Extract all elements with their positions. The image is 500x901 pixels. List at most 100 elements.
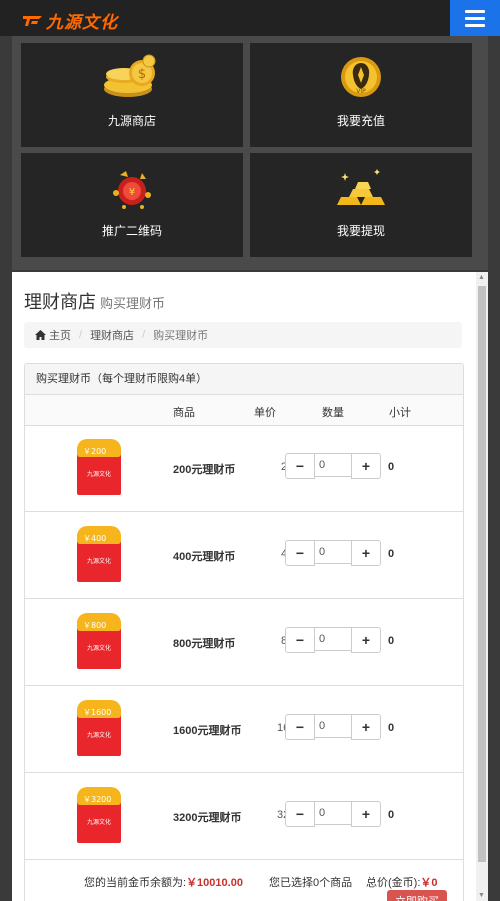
scrollbar[interactable]: ▲ ▼ (476, 272, 488, 901)
balance: 您的当前金币余额为:￥10010.00 (84, 874, 243, 890)
minus-icon[interactable]: − (285, 627, 315, 653)
tile-label: 九源商店 (107, 114, 156, 128)
envelope-brand: 九源文化 (86, 472, 111, 478)
envelope-amount: ￥200 (83, 447, 107, 456)
envelope-brand: 九源文化 (86, 559, 111, 565)
minus-icon[interactable]: − (285, 801, 315, 827)
total-value: ￥0 (420, 877, 438, 889)
product-name: 1600元理财币 (173, 725, 242, 737)
quantity-input[interactable] (315, 540, 351, 564)
tile-promo-qr[interactable]: ¥ 推广二维码 (21, 153, 243, 257)
product-subtotal: 0 (388, 809, 395, 821)
table-header: 商品 单价 数量 小计 (25, 395, 463, 426)
plus-icon[interactable]: + (351, 540, 381, 566)
table-row: ￥1600九源文化1600元理财币1600−+0 (25, 686, 463, 773)
total: 总价(金币):￥0 (366, 874, 438, 890)
svg-text:¥: ¥ (129, 187, 135, 198)
product-name: 800元理财币 (173, 638, 236, 650)
hamburger-icon-bar (465, 16, 485, 20)
svg-text:VIP: VIP (356, 88, 366, 95)
product-subtotal: 0 (388, 461, 395, 473)
scroll-up-arrow-icon[interactable]: ▲ (478, 274, 485, 281)
page-subtitle: 购买理财币 (100, 296, 166, 311)
envelope-amount: ￥3200 (83, 795, 112, 804)
tile-label: 我要充值 (336, 114, 385, 128)
quick-menu-grid: $ 九源商店 VIP 我要充值 ¥ 推广二维码 我要提现 (12, 36, 488, 270)
page-title: 理财商店 购买理财币 (24, 288, 165, 314)
red-envelope-icon: ￥3200 九源文化 (77, 787, 121, 843)
product-name: 3200元理财币 (173, 812, 242, 824)
breadcrumb-separator: / (79, 329, 83, 341)
quantity-input[interactable] (315, 627, 351, 651)
envelope-brand: 九源文化 (86, 733, 111, 739)
main-content: 理财商店 购买理财币 主页 / 理财商店 / 购买理财币 购买理财币（每个理财币限… (12, 272, 488, 901)
plus-icon[interactable]: + (351, 627, 381, 653)
tile-label: 推广二维码 (101, 224, 162, 238)
column-header-product: 商品 (173, 407, 195, 419)
quantity-stepper: −+ (285, 714, 381, 740)
hamburger-icon-bar (465, 23, 485, 27)
table-row: ￥200九源文化200元理财币200−+0 (25, 425, 463, 512)
panel-heading: 购买理财币（每个理财币限购4单） (25, 364, 463, 395)
envelope-brand: 九源文化 (86, 820, 111, 826)
coins-icon: $ (104, 54, 156, 97)
product-subtotal: 0 (388, 722, 395, 734)
hamburger-icon-bar (465, 9, 485, 13)
buy-now-button[interactable]: 立即购买 (387, 890, 447, 901)
quantity-input[interactable] (315, 714, 351, 738)
red-envelope-icon: ￥1600 九源文化 (77, 700, 121, 756)
balance-label: 您的当前金币余额为: (84, 877, 187, 889)
red-envelope-icon: ￥400 九源文化 (77, 526, 121, 582)
envelope-amount: ￥400 (83, 534, 107, 543)
breadcrumb-current: 购买理财币 (153, 330, 209, 342)
breadcrumb-separator: / (142, 329, 146, 341)
total-label: 总价(金币): (366, 877, 421, 889)
vip-coin-icon: VIP (341, 57, 381, 97)
minus-icon[interactable]: − (285, 453, 315, 479)
plus-icon[interactable]: + (351, 453, 381, 479)
quantity-stepper: −+ (285, 801, 381, 827)
breadcrumb-home[interactable]: 主页 (49, 327, 71, 343)
envelope-brand: 九源文化 (86, 646, 111, 652)
minus-icon[interactable]: − (285, 714, 315, 740)
quantity-stepper: −+ (285, 540, 381, 566)
logo-mark-icon (23, 16, 42, 26)
table-row: ￥400九源文化400元理财币400−+0 (25, 512, 463, 599)
envelope-amount: ￥800 (83, 621, 107, 630)
tile-label: 我要提现 (336, 224, 385, 238)
breadcrumb-shop[interactable]: 理财商店 (90, 327, 134, 343)
scroll-down-arrow-icon[interactable]: ▼ (478, 892, 485, 899)
plus-icon[interactable]: + (351, 801, 381, 827)
envelope-amount: ￥1600 (83, 708, 112, 717)
svg-text:$: $ (138, 67, 146, 82)
breadcrumb: 主页 / 理财商店 / 购买理财币 (24, 322, 462, 348)
purchase-panel: 购买理财币（每个理财币限购4单） 商品 单价 数量 小计 ￥200 九源文化 200… (24, 363, 464, 901)
column-header-qty: 数量 (322, 407, 344, 419)
order-summary: 您的当前金币余额为:￥10010.00 您已选择0个商品 总价(金币):￥0 立… (25, 864, 463, 901)
logo-text: 九源文化 (46, 12, 118, 33)
scroll-thumb[interactable] (478, 286, 486, 862)
tile-withdraw[interactable]: 我要提现 (250, 153, 472, 257)
selected-count: 您已选择0个商品 (269, 877, 353, 889)
red-envelope-icon: ￥200 九源文化 (77, 439, 121, 495)
table-row: ￥3200九源文化3200元理财币3200−+0 (25, 773, 463, 860)
product-name: 400元理财币 (173, 551, 236, 563)
tile-recharge[interactable]: VIP 我要充值 (250, 43, 472, 147)
plus-icon[interactable]: + (351, 714, 381, 740)
quantity-input[interactable] (315, 453, 351, 477)
minus-icon[interactable]: − (285, 540, 315, 566)
gift-qr-icon: ¥ (113, 171, 151, 209)
gold-bars-icon (337, 169, 385, 205)
table-row: ￥800九源文化800元理财币800−+0 (25, 599, 463, 686)
menu-toggle-button[interactable] (450, 0, 500, 36)
column-header-price: 单价 (254, 407, 276, 419)
home-icon (35, 330, 46, 340)
tile-shop[interactable]: $ 九源商店 (21, 43, 243, 147)
brand-logo[interactable]: 九源文化 (22, 10, 118, 33)
product-subtotal: 0 (388, 635, 395, 647)
balance-value: ￥10010.00 (186, 877, 243, 889)
product-subtotal: 0 (388, 548, 395, 560)
column-header-subtotal: 小计 (389, 407, 411, 419)
quantity-input[interactable] (315, 801, 351, 825)
product-name: 200元理财币 (173, 464, 236, 476)
